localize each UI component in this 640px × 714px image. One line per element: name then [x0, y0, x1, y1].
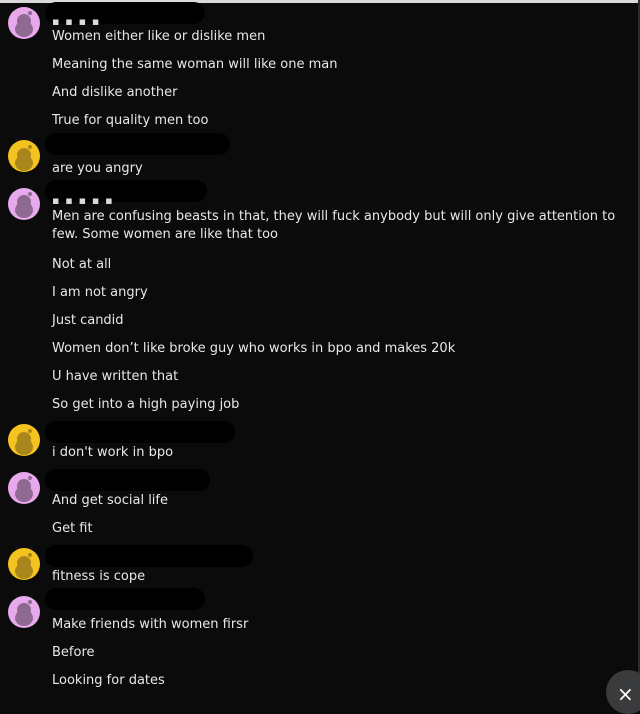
avatar-user-a[interactable]	[8, 188, 40, 220]
redacted-username	[45, 545, 253, 567]
message: i don't work in bpo	[52, 445, 174, 460]
snoo-icon	[15, 192, 33, 218]
avatar-user-a[interactable]	[8, 7, 40, 39]
message: So get into a high paying job	[52, 397, 240, 412]
message: Not at all	[52, 257, 112, 272]
message: Women either like or dislike men	[52, 29, 266, 44]
message: Before	[52, 645, 95, 660]
message: are you angry	[52, 161, 143, 176]
snoo-icon	[15, 145, 33, 171]
message: True for quality men too	[52, 113, 209, 128]
redacted-username	[45, 588, 205, 610]
close-button[interactable]: ×	[606, 670, 640, 714]
avatar-user-b[interactable]	[8, 424, 40, 456]
username-fragment: ▪ ▪ ▪ ▪ ▪	[52, 196, 114, 206]
message: fitness is cope	[52, 569, 146, 584]
snoo-icon	[15, 429, 33, 455]
snoo-icon	[15, 553, 33, 579]
redacted-username	[45, 469, 210, 491]
close-icon: ×	[617, 682, 634, 706]
redacted-username	[45, 421, 235, 443]
avatar-user-b[interactable]	[8, 140, 40, 172]
snoo-icon	[15, 476, 33, 502]
username-fragment: ▪ ▪ ▪ ▪	[52, 17, 101, 27]
message: Get fit	[52, 521, 93, 536]
avatar-user-b[interactable]	[8, 548, 40, 580]
message: And dislike another	[52, 85, 178, 100]
avatar-user-a[interactable]	[8, 596, 40, 628]
message: U have written that	[52, 369, 179, 384]
message: I am not angry	[52, 285, 148, 300]
snoo-icon	[15, 11, 33, 37]
message: And get social life	[52, 493, 168, 508]
avatar-user-a[interactable]	[8, 472, 40, 504]
message: Women don’t like broke guy who works in …	[52, 341, 456, 356]
redacted-username	[45, 133, 230, 155]
message: Just candid	[52, 313, 124, 328]
message: Looking for dates	[52, 673, 165, 688]
message: Meaning the same woman will like one man	[52, 57, 338, 72]
snoo-icon	[15, 600, 33, 626]
message: Men are confusing beasts in that, they w…	[52, 209, 616, 242]
message: Make friends with women firsr	[52, 617, 249, 632]
